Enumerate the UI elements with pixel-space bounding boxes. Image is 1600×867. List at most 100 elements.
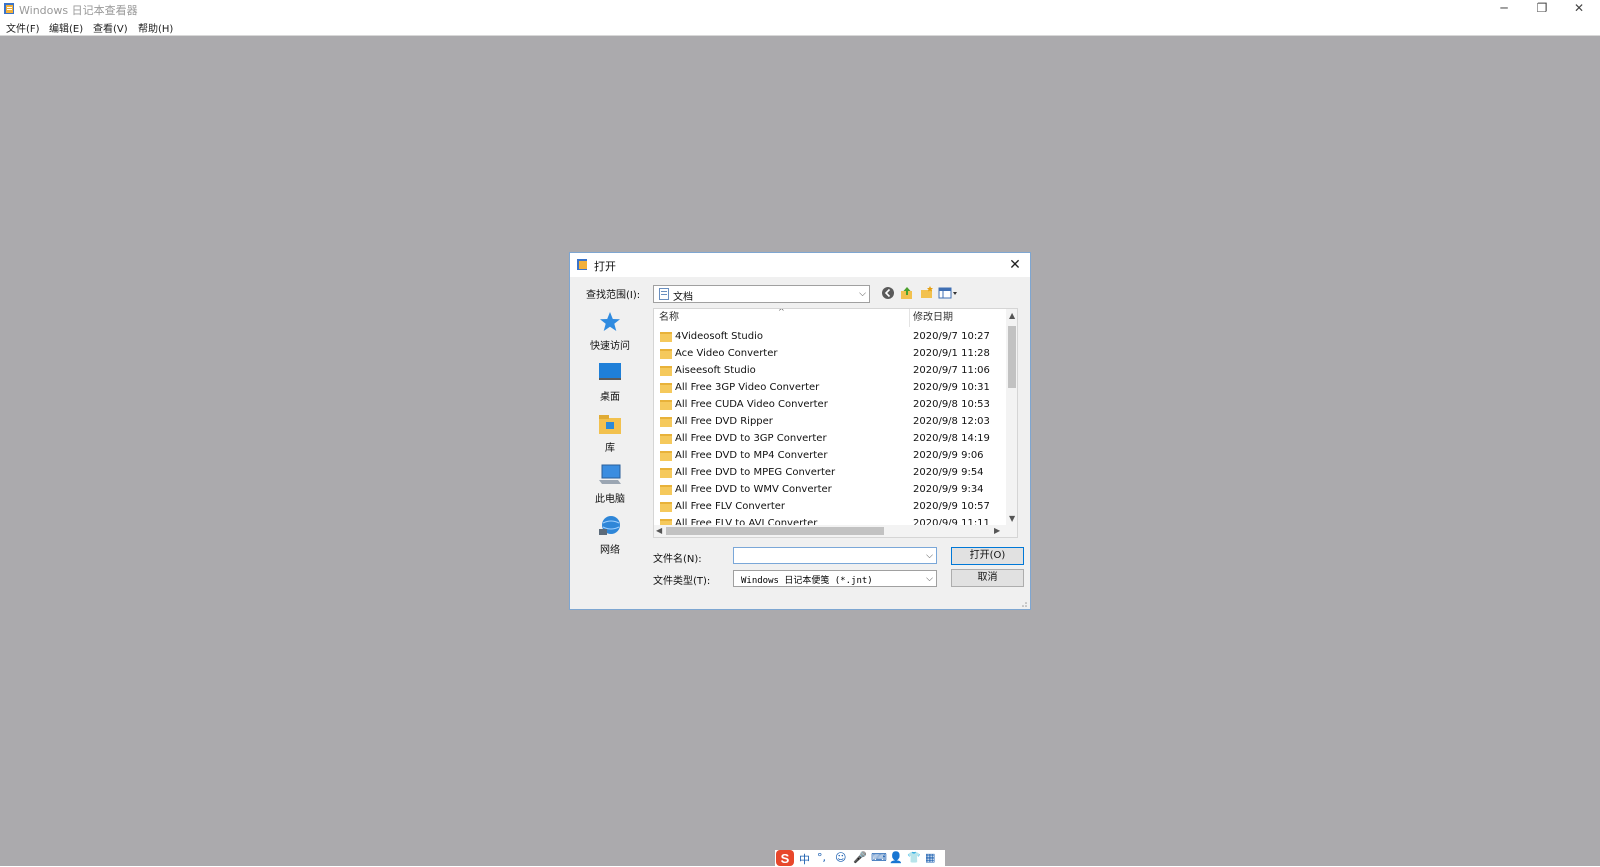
ime-punctuation[interactable]: °,	[817, 851, 826, 864]
folder-icon	[660, 468, 672, 478]
filename-input[interactable]: ⌵	[733, 547, 937, 564]
column-header-name[interactable]: 名称	[659, 309, 679, 327]
library-icon	[599, 415, 621, 434]
scroll-left-arrow-icon[interactable]: ◀	[656, 526, 662, 535]
place-label: 库	[605, 443, 615, 454]
place-desktop[interactable]: 桌面	[575, 360, 645, 408]
app-icon	[4, 3, 14, 14]
folder-icon	[660, 349, 672, 359]
place-library[interactable]: 库	[575, 411, 645, 459]
ime-chinese-mode[interactable]: 中	[799, 851, 810, 867]
network-icon	[599, 516, 620, 535]
view-menu-button[interactable]	[938, 286, 960, 302]
ime-user-icon[interactable]: 👤	[889, 851, 903, 864]
filetype-value: Windows 日记本便笺 (*.jnt)	[741, 576, 873, 586]
menu-help[interactable]: 帮助(H)	[138, 20, 173, 35]
ime-emoji-icon[interactable]: ☺	[835, 851, 846, 864]
file-date: 2020/9/1 11:28	[913, 348, 990, 359]
filetype-dropdown[interactable]: Windows 日记本便笺 (*.jnt) ⌵	[733, 570, 937, 587]
dialog-title: 打开	[594, 260, 616, 273]
place-quick-access[interactable]: 快速访问	[575, 309, 645, 357]
list-item[interactable]: All Free DVD to 3GP Converter 2020/9/8 14…	[654, 431, 1010, 448]
file-date: 2020/9/9 9:54	[913, 467, 984, 478]
restore-button[interactable]: ❐	[1524, 0, 1560, 18]
folder-icon	[660, 383, 672, 393]
filename-label: 文件名(N):	[653, 554, 702, 565]
chevron-down-icon: ⌵	[859, 289, 866, 299]
open-button[interactable]: 打开(O)	[951, 547, 1024, 565]
filetype-label: 文件类型(T):	[653, 576, 711, 587]
list-item[interactable]: All Free DVD Ripper 2020/9/8 12:03	[654, 414, 1010, 431]
file-date: 2020/9/9 10:57	[913, 501, 990, 512]
scroll-right-arrow-icon[interactable]: ▶	[994, 526, 1000, 535]
list-item[interactable]: All Free DVD to WMV Converter 2020/9/9 9:…	[654, 482, 1010, 499]
minimize-button[interactable]: ─	[1486, 0, 1522, 18]
file-date: 2020/9/8 10:53	[913, 399, 990, 410]
place-network[interactable]: 网络	[575, 513, 645, 561]
file-date: 2020/9/7 11:06	[913, 365, 990, 376]
column-divider[interactable]	[909, 309, 910, 327]
back-button[interactable]	[880, 286, 896, 302]
file-name: Ace Video Converter	[675, 348, 778, 359]
svg-text:S: S	[781, 851, 790, 866]
file-name: 4Videosoft Studio	[675, 331, 764, 342]
file-name: All Free DVD to WMV Converter	[675, 484, 832, 495]
file-name: All Free 3GP Video Converter	[675, 382, 820, 393]
cancel-button[interactable]: 取消	[951, 569, 1024, 587]
vertical-scroll-thumb[interactable]	[1008, 326, 1016, 388]
file-date: 2020/9/9 9:06	[913, 450, 984, 461]
file-date: 2020/9/9 10:31	[913, 382, 990, 393]
place-label: 桌面	[600, 392, 620, 403]
list-item[interactable]: Aiseesoft Studio 2020/9/7 11:06	[654, 363, 1010, 380]
dialog-close-button[interactable]: ✕	[1006, 256, 1024, 274]
back-arrow-icon	[882, 287, 894, 299]
horizontal-scrollbar[interactable]: ◀ ▶	[654, 525, 1006, 537]
folder-icon	[660, 434, 672, 444]
look-in-dropdown[interactable]: 文档 ⌵	[653, 285, 870, 303]
document-icon	[659, 288, 669, 300]
desktop-icon	[599, 363, 621, 380]
folder-icon	[660, 332, 672, 342]
folder-icon	[660, 485, 672, 495]
place-label: 快速访问	[590, 341, 630, 352]
ime-keyboard-icon[interactable]: ⌨	[871, 851, 887, 864]
file-name: Aiseesoft Studio	[675, 365, 756, 376]
ime-toolbar: S 中 °, ☺ 🎤 ⌨ 👤 👕 ▦	[775, 850, 945, 866]
file-list[interactable]: ^ 名称 修改日期 4Videosoft Studio 2020/9/7 10:2…	[653, 308, 1018, 538]
horizontal-scroll-thumb[interactable]	[666, 527, 884, 535]
new-folder-icon	[921, 286, 933, 298]
up-folder-button[interactable]	[899, 286, 915, 302]
menu-edit[interactable]: 编辑(E)	[49, 20, 83, 35]
file-date: 2020/9/7 10:27	[913, 331, 990, 342]
list-item[interactable]: All Free 3GP Video Converter 2020/9/9 10:…	[654, 380, 1010, 397]
list-item[interactable]: All Free DVD to MP4 Converter 2020/9/9 9:…	[654, 448, 1010, 465]
ime-voice-icon[interactable]: 🎤	[853, 851, 867, 864]
scroll-up-arrow-icon[interactable]: ▲	[1009, 311, 1015, 320]
list-item[interactable]: Ace Video Converter 2020/9/1 11:28	[654, 346, 1010, 363]
new-folder-button[interactable]	[919, 286, 935, 302]
scroll-down-arrow-icon[interactable]: ▼	[1009, 514, 1015, 523]
window-close-button[interactable]: ✕	[1561, 0, 1597, 18]
window-title: Windows 日记本查看器	[19, 4, 138, 17]
place-this-pc[interactable]: 此电脑	[575, 462, 645, 510]
list-item[interactable]: All Free FLV Converter 2020/9/9 10:57	[654, 499, 1010, 516]
sort-ascending-icon: ^	[778, 308, 785, 316]
column-header-date[interactable]: 修改日期	[913, 309, 953, 327]
vertical-scrollbar[interactable]: ▲ ▼	[1006, 309, 1017, 537]
list-item[interactable]: All Free DVD to MPEG Converter 2020/9/9 9…	[654, 465, 1010, 482]
star-icon	[600, 312, 620, 331]
resize-grip-icon[interactable]	[1019, 599, 1028, 608]
folder-icon	[660, 400, 672, 410]
ime-toolbox-icon[interactable]: ▦	[925, 851, 935, 864]
up-folder-icon	[901, 287, 912, 299]
menu-view[interactable]: 查看(V)	[93, 20, 128, 35]
file-name: All Free FLV Converter	[675, 501, 786, 512]
list-item[interactable]: 4Videosoft Studio 2020/9/7 10:27	[654, 329, 1010, 346]
menu-file[interactable]: 文件(F)	[6, 20, 40, 35]
chevron-down-icon: ⌵	[926, 551, 933, 561]
window-titlebar: Windows 日记本查看器 ─ ❐ ✕	[0, 0, 1600, 18]
sogou-logo-icon[interactable]: S	[775, 850, 795, 866]
look-in-label: 查找范围(I):	[586, 290, 641, 301]
ime-skin-icon[interactable]: 👕	[907, 851, 921, 864]
list-item[interactable]: All Free CUDA Video Converter 2020/9/8 10…	[654, 397, 1010, 414]
